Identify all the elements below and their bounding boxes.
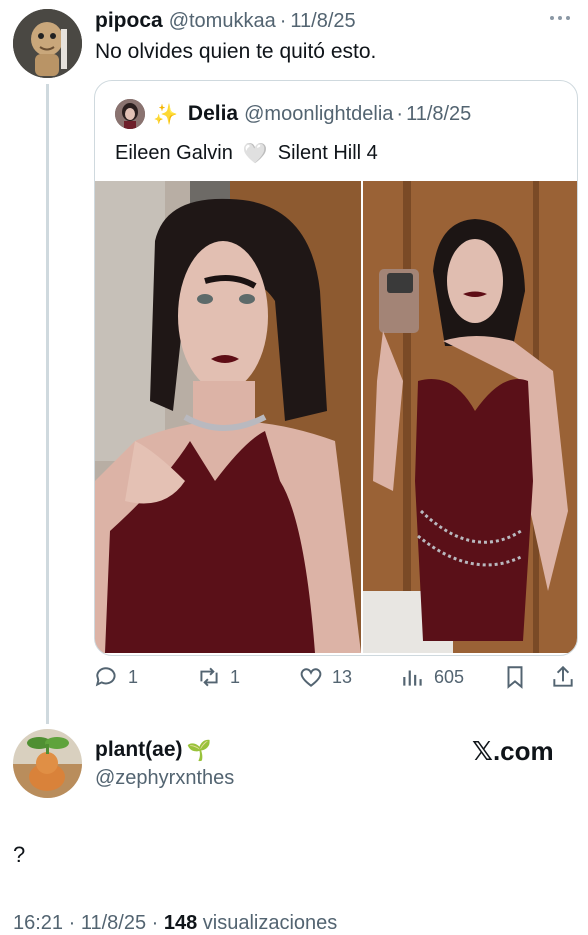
reply-icon	[95, 667, 116, 687]
quoted-display-name[interactable]: Delia	[188, 102, 238, 126]
share-icon	[553, 665, 573, 687]
retweet-count: 1	[230, 666, 241, 687]
quoted-text-part2: Silent Hill 4	[277, 142, 378, 164]
reply-views-label: visualizaciones	[197, 912, 338, 934]
photo-1-image	[95, 181, 361, 653]
retweet-icon	[200, 667, 218, 687]
avatar-pipoca[interactable]	[13, 9, 82, 78]
bookmark-icon	[507, 666, 523, 689]
quoted-text: Eileen Galvin 🤍 Silent Hill 4	[115, 141, 378, 166]
reply-meta: 16:21 · 11/8/25 · 148 visualizaciones	[13, 912, 337, 935]
quoted-header: ✨ Delia @moonlightdelia · 11/8/25	[115, 99, 471, 129]
avatar-delia[interactable]	[115, 99, 145, 129]
reply-handle[interactable]: @zephyrxnthes	[95, 767, 234, 790]
bar-chart-icon	[403, 670, 422, 686]
reply-count: 1	[128, 666, 139, 687]
sparkle-emoji: ✨	[153, 103, 178, 126]
reply-header: plant(ae) 🌱	[95, 736, 211, 764]
reply-timestamp[interactable]: 16:21 · 11/8/25 ·	[13, 912, 164, 934]
handle[interactable]: @tomukkaa	[169, 10, 276, 33]
retweet-button[interactable]: 1	[196, 664, 240, 690]
separator: ·	[279, 9, 287, 32]
separator: ·	[396, 102, 404, 125]
tweet-date[interactable]: 11/8/25	[290, 10, 355, 33]
photo-2-image	[363, 181, 577, 653]
tweet-header: pipoca @tomukkaa · 11/8/25	[95, 7, 356, 35]
like-button[interactable]: 13	[298, 664, 352, 690]
thread-line	[46, 84, 49, 724]
seedling-emoji: 🌱	[186, 739, 212, 762]
quoted-date[interactable]: 11/8/25	[406, 103, 471, 126]
quoted-tweet[interactable]: ✨ Delia @moonlightdelia · 11/8/25 Eileen…	[94, 80, 578, 656]
sackboy-avatar-image	[13, 9, 82, 78]
quoted-handle[interactable]: @moonlightdelia	[244, 103, 393, 126]
x-com-watermark: 𝕏.com	[472, 736, 554, 766]
more-options-button[interactable]	[548, 8, 572, 33]
white-heart-emoji: 🤍	[242, 143, 268, 165]
media-photo-2[interactable]	[363, 181, 577, 653]
media-photo-1[interactable]	[95, 181, 361, 653]
avatar-plant[interactable]	[13, 729, 82, 798]
share-button[interactable]	[550, 664, 584, 690]
reply-text: ?	[13, 842, 26, 867]
reply-display-name[interactable]: plant(ae)	[95, 738, 183, 762]
action-bar: 1 1 13 605	[94, 664, 580, 696]
bookmark-button[interactable]	[502, 664, 536, 690]
display-name[interactable]: pipoca	[95, 9, 163, 33]
delia-avatar-image	[115, 99, 145, 129]
views-button[interactable]: 605	[400, 664, 464, 690]
views-count: 605	[434, 666, 465, 687]
reply-views-count: 148	[163, 912, 198, 934]
heart-icon	[300, 668, 322, 687]
reply-button[interactable]: 1	[94, 664, 138, 690]
quoted-text-part1: Eileen Galvin	[115, 142, 233, 164]
like-count: 13	[332, 666, 353, 687]
tweet-text: No olvides quien te quitó esto.	[95, 40, 377, 63]
plant-avatar-image	[13, 729, 82, 798]
more-dots-icon	[550, 16, 570, 20]
